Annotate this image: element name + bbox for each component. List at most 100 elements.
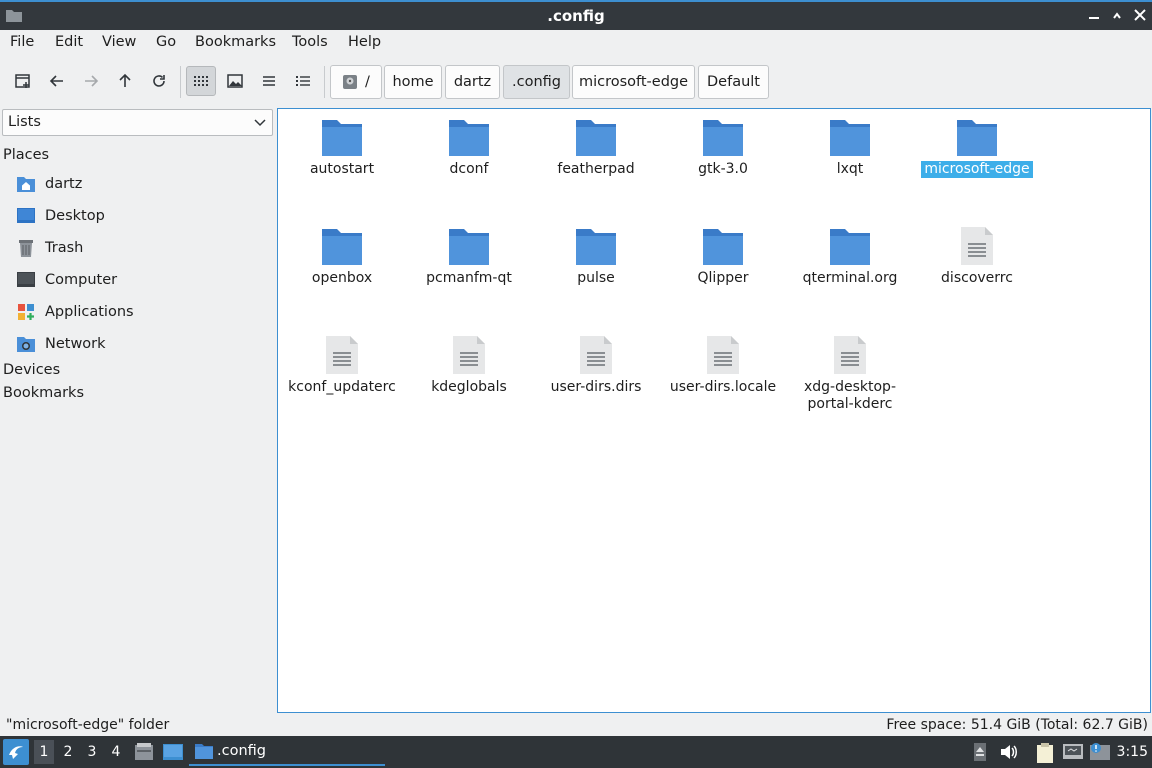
menu-file[interactable]: File bbox=[10, 34, 34, 50]
file-name: dconf bbox=[449, 161, 489, 177]
task-label: .config bbox=[217, 743, 266, 759]
reload-button[interactable] bbox=[144, 66, 174, 96]
workspace-4[interactable]: 4 bbox=[106, 744, 126, 760]
clock[interactable]: 3:15 bbox=[1117, 744, 1148, 760]
desktop-icon bbox=[17, 208, 35, 223]
menu-tools[interactable]: Tools bbox=[292, 34, 328, 50]
file-item[interactable]: featherpad bbox=[536, 117, 656, 178]
taskbar: 1 2 3 4 .config 3:15 bbox=[0, 736, 1152, 768]
text-file-icon bbox=[961, 227, 993, 265]
applications-icon bbox=[18, 304, 34, 320]
clipboard-icon[interactable] bbox=[1035, 742, 1055, 764]
network-status-icon[interactable] bbox=[1062, 742, 1084, 762]
sidebar-item-home[interactable]: dartz bbox=[16, 172, 82, 196]
sidebar-item-label: Desktop bbox=[45, 208, 105, 224]
menu-go[interactable]: Go bbox=[156, 34, 176, 50]
file-manager-launcher-icon[interactable] bbox=[134, 742, 154, 762]
devices-header[interactable]: Devices bbox=[3, 362, 60, 378]
sidebar-item-computer[interactable]: Computer bbox=[16, 268, 117, 292]
folder-icon bbox=[449, 120, 489, 156]
close-icon[interactable] bbox=[1133, 8, 1147, 22]
text-file-icon bbox=[453, 336, 485, 374]
eject-icon[interactable] bbox=[972, 742, 988, 762]
menu-bookmarks[interactable]: Bookmarks bbox=[195, 34, 276, 50]
lxqt-logo-icon bbox=[9, 746, 23, 759]
side-pane-mode-select[interactable]: Lists bbox=[2, 109, 273, 136]
file-item[interactable]: Qlipper bbox=[663, 226, 783, 287]
taskbar-task-config[interactable]: .config bbox=[189, 738, 385, 766]
workspace-1[interactable]: 1 bbox=[34, 740, 54, 764]
file-item[interactable]: gtk-3.0 bbox=[663, 117, 783, 178]
sidebar-item-label: dartz bbox=[45, 176, 83, 192]
sidebar-item-desktop[interactable]: Desktop bbox=[16, 204, 105, 228]
show-desktop-icon[interactable] bbox=[162, 742, 184, 762]
breadcrumb-home[interactable]: home bbox=[384, 65, 442, 99]
bookmarks-header[interactable]: Bookmarks bbox=[3, 385, 84, 401]
image-icon bbox=[227, 74, 243, 88]
text-file-icon bbox=[834, 336, 866, 374]
new-tab-button[interactable] bbox=[8, 66, 38, 96]
file-name: user-dirs.dirs bbox=[550, 379, 642, 395]
status-bar: "microsoft-edge" folder Free space: 51.4… bbox=[0, 714, 1152, 736]
folder-icon bbox=[322, 120, 362, 156]
start-menu-button[interactable] bbox=[3, 739, 29, 765]
window-title: .config bbox=[547, 7, 605, 25]
workspace-3[interactable]: 3 bbox=[82, 744, 102, 760]
forward-button[interactable] bbox=[76, 66, 106, 96]
breadcrumb-default[interactable]: Default bbox=[698, 65, 769, 99]
file-item[interactable]: user-dirs.dirs bbox=[536, 335, 656, 396]
breadcrumb-config[interactable]: .config bbox=[503, 65, 570, 99]
minimize-icon[interactable] bbox=[1087, 8, 1101, 22]
file-item[interactable]: kdeglobals bbox=[409, 335, 529, 396]
thumbnail-view-button[interactable] bbox=[220, 66, 250, 96]
workspace-2[interactable]: 2 bbox=[58, 744, 78, 760]
file-item[interactable]: qterminal.org bbox=[790, 226, 910, 287]
file-item[interactable]: pcmanfm-qt bbox=[409, 226, 529, 287]
file-item[interactable]: autostart bbox=[282, 117, 402, 178]
sidebar-item-applications[interactable]: Applications bbox=[16, 300, 134, 324]
list-icon bbox=[263, 76, 275, 86]
file-name: kdeglobals bbox=[431, 379, 507, 395]
file-item[interactable]: dconf bbox=[409, 117, 529, 178]
menu-view[interactable]: View bbox=[102, 34, 136, 50]
file-name: discoverrc bbox=[941, 270, 1013, 286]
file-item[interactable]: kconf_updaterc bbox=[282, 335, 402, 396]
menu-edit[interactable]: Edit bbox=[55, 34, 83, 50]
icon-view-button[interactable] bbox=[186, 66, 216, 96]
folder-icon bbox=[576, 120, 616, 156]
file-item-selected[interactable]: microsoft-edge bbox=[917, 117, 1037, 178]
notification-icon[interactable] bbox=[1089, 742, 1111, 762]
breadcrumb-label: home bbox=[392, 74, 434, 90]
chevron-down-icon bbox=[254, 119, 266, 127]
side-pane-mode-label: Lists bbox=[8, 114, 41, 130]
file-item[interactable]: discoverrc bbox=[917, 226, 1037, 287]
menu-help[interactable]: Help bbox=[348, 34, 381, 50]
compact-view-button[interactable] bbox=[254, 66, 284, 96]
folder-icon bbox=[703, 120, 743, 156]
title-bar[interactable]: .config bbox=[0, 0, 1152, 30]
volume-icon[interactable] bbox=[999, 742, 1019, 762]
file-name: autostart bbox=[309, 161, 375, 177]
file-view[interactable]: autostart dconf featherpad gtk-3.0 lxqt … bbox=[277, 108, 1151, 713]
sidebar-item-network[interactable]: Network bbox=[16, 332, 106, 356]
sidebar-item-label: Computer bbox=[45, 272, 118, 288]
file-name: qterminal.org bbox=[802, 270, 898, 286]
back-button[interactable] bbox=[42, 66, 72, 96]
trash-icon bbox=[19, 240, 33, 257]
places-header[interactable]: Places bbox=[3, 147, 49, 163]
folder-icon bbox=[830, 229, 870, 265]
breadcrumb-root[interactable]: / bbox=[330, 65, 382, 99]
file-item[interactable]: openbox bbox=[282, 226, 402, 287]
toolbar: / home dartz .config microsoft-edge Defa… bbox=[0, 58, 1152, 108]
breadcrumb-microsoft-edge[interactable]: microsoft-edge bbox=[572, 65, 695, 99]
restore-icon[interactable] bbox=[1110, 8, 1124, 22]
file-item[interactable]: lxqt bbox=[790, 117, 910, 178]
up-button[interactable] bbox=[110, 66, 140, 96]
detailed-view-button[interactable] bbox=[288, 66, 318, 96]
sidebar-item-trash[interactable]: Trash bbox=[16, 236, 83, 260]
file-item[interactable]: user-dirs.locale bbox=[663, 335, 783, 396]
file-item[interactable]: xdg-desktop-portal-kderc bbox=[790, 335, 910, 413]
folder-icon bbox=[957, 120, 997, 156]
breadcrumb-dartz[interactable]: dartz bbox=[445, 65, 500, 99]
file-item[interactable]: pulse bbox=[536, 226, 656, 287]
